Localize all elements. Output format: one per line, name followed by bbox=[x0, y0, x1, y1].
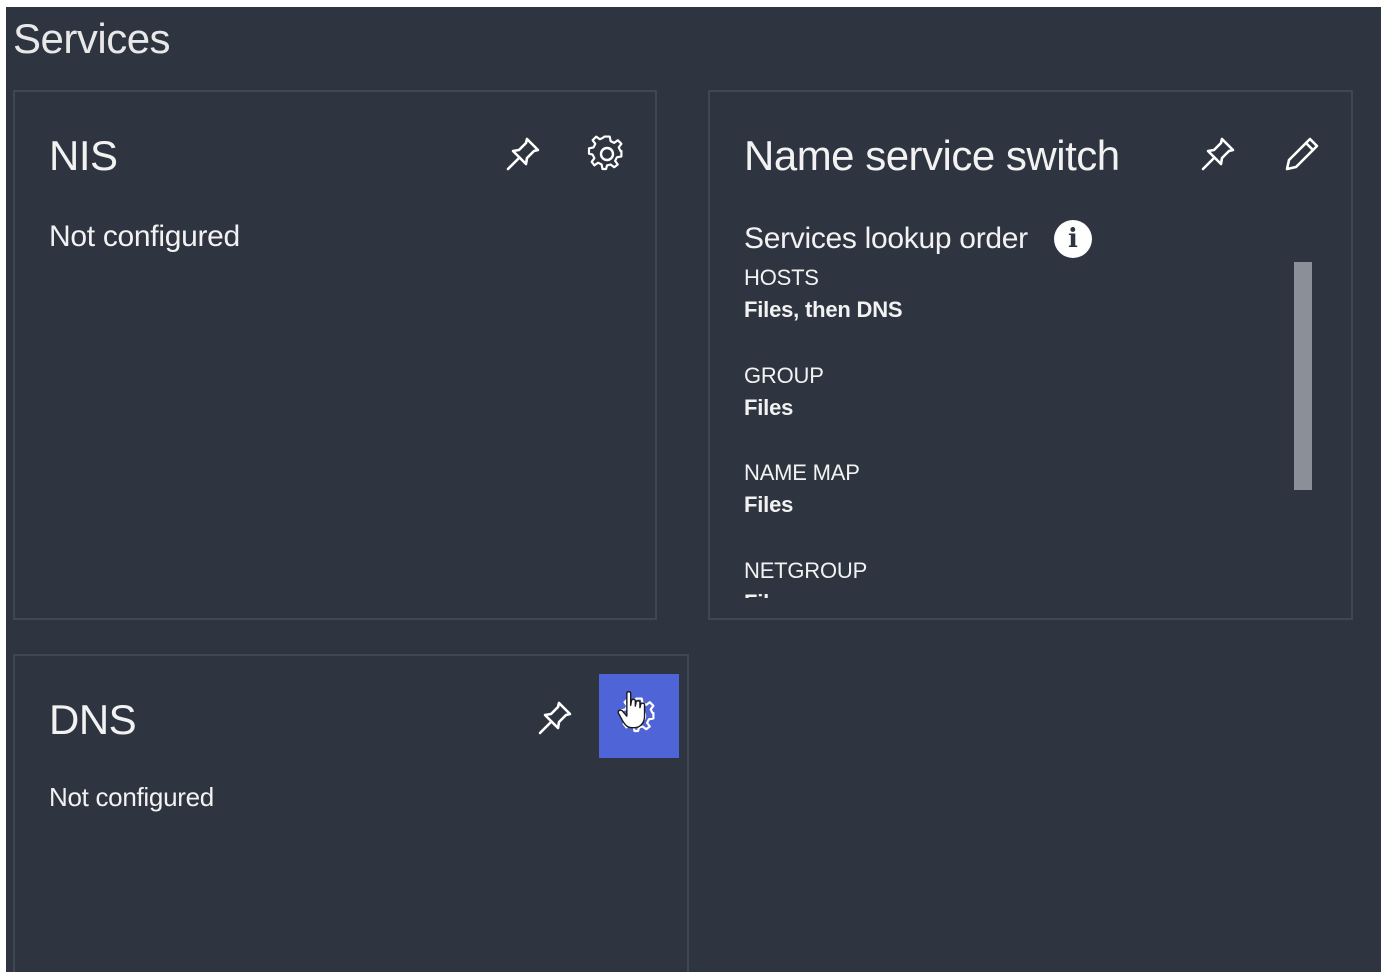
lookup-item-name: NETGROUP bbox=[744, 557, 868, 583]
list-item: HOSTS Files, then DNS bbox=[744, 262, 1264, 360]
lookup-order-header: Services lookup order i bbox=[744, 220, 1092, 258]
services-screen: Services NIS Not configured Name service… bbox=[6, 7, 1381, 972]
gear-icon bbox=[587, 135, 623, 171]
lookup-item-name: NAME MAP bbox=[744, 460, 860, 485]
pin-icon bbox=[1201, 137, 1235, 171]
lookup-item-value: Files bbox=[744, 492, 794, 517]
info-icon[interactable]: i bbox=[1053, 220, 1092, 258]
nis-settings-button[interactable] bbox=[567, 112, 647, 196]
nss-card-title: Name service switch bbox=[744, 132, 1120, 179]
lookup-item-name: GROUP bbox=[744, 362, 824, 388]
dns-card: DNS Not configured bbox=[13, 654, 689, 972]
pencil-icon bbox=[1285, 137, 1319, 171]
lookup-order-label: Services lookup order bbox=[744, 222, 1028, 255]
dns-status: Not configured bbox=[49, 782, 214, 812]
dns-card-title: DNS bbox=[49, 696, 137, 743]
list-item: NETGROUP Files bbox=[744, 555, 1264, 599]
lookup-item-value: Files bbox=[744, 587, 1264, 599]
lookup-order-list[interactable]: HOSTS Files, then DNS GROUP Files NAME M… bbox=[744, 262, 1264, 598]
lookup-list-scrollbar[interactable] bbox=[1294, 262, 1312, 598]
lookup-item-name: HOSTS bbox=[744, 265, 819, 290]
dns-pin-button[interactable] bbox=[515, 676, 595, 760]
nis-card: NIS Not configured bbox=[13, 90, 657, 620]
hand-cursor-icon bbox=[617, 690, 646, 729]
lookup-item-value: Files bbox=[744, 394, 794, 420]
list-item: GROUP Files bbox=[744, 360, 1264, 458]
scrollbar-thumb[interactable] bbox=[1294, 262, 1312, 490]
nss-pin-button[interactable] bbox=[1178, 112, 1258, 196]
lookup-item-value: Files, then DNS bbox=[744, 297, 903, 322]
page-title: Services bbox=[13, 15, 171, 62]
pin-icon bbox=[538, 701, 572, 735]
nis-status: Not configured bbox=[49, 220, 240, 253]
nis-card-title: NIS bbox=[49, 132, 118, 179]
nis-pin-button[interactable] bbox=[483, 112, 563, 196]
name-service-switch-card: Name service switch Services lookup orde… bbox=[708, 90, 1353, 620]
nss-edit-button[interactable] bbox=[1262, 112, 1342, 196]
list-item: NAME MAP Files bbox=[744, 457, 1264, 555]
pin-icon bbox=[506, 137, 540, 171]
dns-settings-button[interactable] bbox=[599, 674, 679, 758]
